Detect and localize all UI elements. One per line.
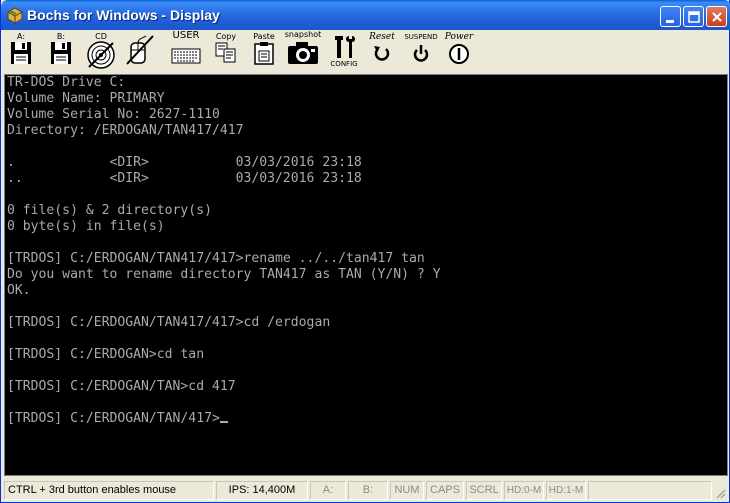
num-lock-status: NUM bbox=[390, 481, 424, 500]
suspend-button[interactable]: SUSPEND bbox=[404, 30, 438, 74]
status-bar: CTRL + 3rd button enables mouse IPS: 14,… bbox=[4, 479, 728, 501]
power-icon bbox=[449, 44, 469, 64]
floppy-b-button[interactable]: B: bbox=[46, 30, 76, 74]
mouse-icon bbox=[126, 35, 154, 65]
maximize-button[interactable] bbox=[683, 6, 704, 27]
config-icon bbox=[335, 36, 355, 58]
bochs-app-icon bbox=[7, 7, 23, 24]
minimize-button[interactable] bbox=[660, 6, 681, 27]
terminal-line: 0 file(s) & 2 directory(s) bbox=[7, 203, 212, 218]
resize-grip-icon[interactable] bbox=[714, 487, 726, 499]
display-screen[interactable]: TR-DOS Drive C: Volume Name: PRIMARY Volum… bbox=[4, 74, 728, 476]
scroll-lock-status: SCRL bbox=[466, 481, 502, 500]
suspend-label: SUSPEND bbox=[404, 33, 438, 41]
terminal-line: TR-DOS Drive C: bbox=[7, 75, 126, 90]
terminal-line: .. <DIR> 03/03/2016 23:18 bbox=[7, 171, 362, 186]
maximize-icon bbox=[688, 11, 700, 23]
hd1-status: HD:1-M bbox=[546, 481, 586, 500]
reset-label: Reset bbox=[369, 32, 395, 42]
title-bar[interactable]: Bochs for Windows - Display bbox=[1, 0, 730, 30]
suspend-icon bbox=[413, 45, 429, 62]
reset-icon bbox=[374, 46, 390, 61]
terminal-line: [TRDOS] C:/ERDOGAN/TAN/417> bbox=[7, 411, 441, 427]
power-label: Power bbox=[444, 32, 474, 42]
caps-lock-status: CAPS bbox=[426, 481, 464, 500]
floppy-a-button[interactable]: A: bbox=[6, 30, 36, 74]
config-label: CONFIG bbox=[330, 60, 358, 68]
terminal-line: OK. bbox=[7, 283, 31, 298]
paste-button[interactable]: Paste bbox=[250, 30, 278, 74]
bochs-window: Bochs for Windows - Display A: B: CD USE… bbox=[0, 0, 730, 503]
keyboard-icon bbox=[171, 48, 201, 64]
floppy-a-status: A: bbox=[310, 481, 346, 500]
copy-button[interactable]: Copy bbox=[212, 30, 240, 74]
snapshot-button[interactable]: snapshot bbox=[284, 30, 322, 74]
terminal-line: Volume Name: PRIMARY bbox=[7, 91, 165, 106]
cdrom-button[interactable]: CD bbox=[84, 30, 118, 74]
reset-button[interactable]: Reset bbox=[366, 30, 398, 74]
minimize-icon bbox=[666, 20, 674, 23]
user-keys-label: USER bbox=[172, 30, 200, 41]
power-button[interactable]: Power bbox=[442, 30, 476, 74]
floppy-b-status: B: bbox=[348, 481, 388, 500]
mouse-toggle-button[interactable] bbox=[122, 30, 158, 74]
user-keys-button[interactable]: USER bbox=[168, 30, 204, 74]
terminal-line: Directory: /ERDOGAN/TAN417/417 bbox=[7, 123, 244, 138]
mouse-hint-status: CTRL + 3rd button enables mouse bbox=[4, 481, 214, 500]
terminal-line: [TRDOS] C:/ERDOGAN>cd tan bbox=[7, 347, 205, 362]
close-icon bbox=[712, 12, 722, 22]
paste-icon bbox=[254, 42, 274, 65]
terminal-line: 0 byte(s) in file(s) bbox=[7, 219, 165, 234]
toolbar: A: B: CD USER Copy Paste snapshot CONFIG… bbox=[4, 30, 728, 74]
hd0-status: HD:0-M bbox=[504, 481, 544, 500]
terminal-line: [TRDOS] C:/ERDOGAN/TAN>cd 417 bbox=[7, 379, 236, 394]
terminal-line: [TRDOS] C:/ERDOGAN/TAN417/417>cd /erdoga… bbox=[7, 315, 331, 330]
cdrom-icon bbox=[87, 41, 115, 69]
close-button[interactable] bbox=[706, 6, 727, 27]
snapshot-label: snapshot bbox=[284, 30, 322, 39]
status-empty-field bbox=[588, 481, 712, 500]
copy-icon bbox=[215, 42, 236, 63]
terminal-output: TR-DOS Drive C: Volume Name: PRIMARY Volum… bbox=[7, 75, 441, 427]
text-cursor bbox=[219, 421, 228, 423]
terminal-line: Do you want to rename directory TAN417 a… bbox=[7, 267, 441, 282]
terminal-line: Volume Serial No: 2627-1110 bbox=[7, 107, 220, 122]
floppy-b-icon bbox=[51, 42, 71, 64]
config-button[interactable]: CONFIG bbox=[328, 30, 360, 74]
floppy-a-icon bbox=[11, 42, 31, 64]
terminal-line: [TRDOS] C:/ERDOGAN/TAN417/417>rename ../… bbox=[7, 251, 425, 266]
camera-icon bbox=[288, 42, 318, 64]
terminal-line: . <DIR> 03/03/2016 23:18 bbox=[7, 155, 362, 170]
window-title: Bochs for Windows - Display bbox=[27, 7, 220, 23]
ips-status: IPS: 14,400M bbox=[216, 481, 308, 500]
